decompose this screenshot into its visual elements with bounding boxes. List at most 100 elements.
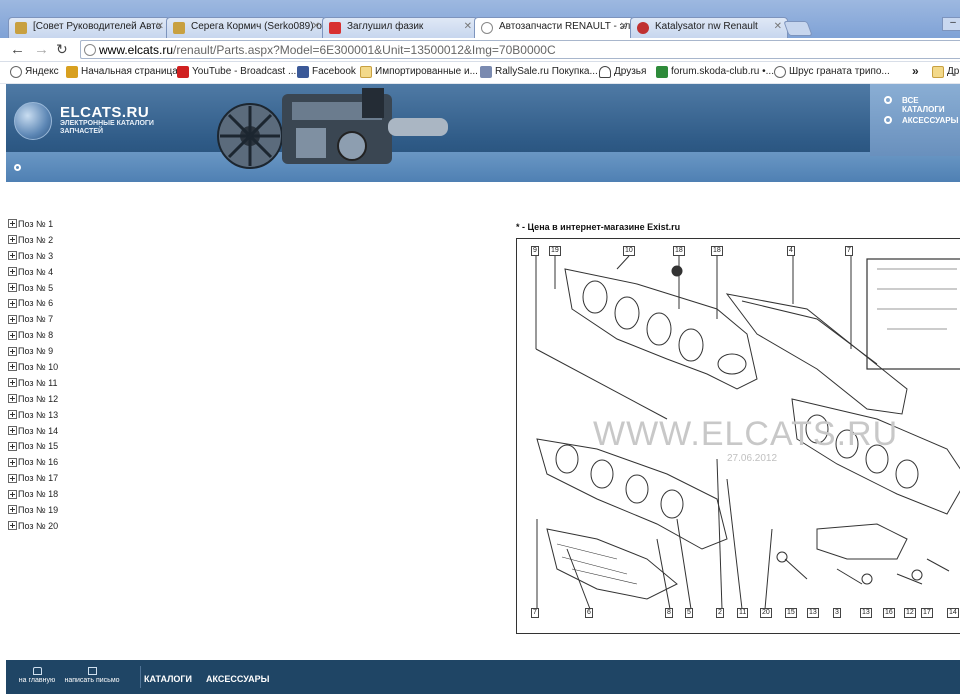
callout-number[interactable]: 15 (785, 608, 797, 618)
write-letter-link[interactable]: написать письмо (62, 667, 122, 684)
callout-number[interactable]: 17 (921, 608, 933, 618)
position-item[interactable]: Поз № 20 (8, 518, 58, 534)
expand-icon[interactable] (8, 441, 17, 451)
expand-icon[interactable] (8, 489, 17, 499)
callout-number[interactable]: 5 (685, 608, 693, 618)
menu-all-catalogs[interactable]: ВСЕ КАТАЛОГИ (884, 96, 960, 114)
more-bookmarks-button[interactable]: » (912, 64, 919, 78)
bookmark-item[interactable]: Шрус граната трипо... (774, 66, 890, 78)
position-item[interactable]: Поз № 12 (8, 391, 58, 407)
callout-number[interactable]: 18 (711, 246, 723, 256)
menu-accessories[interactable]: АКСЕССУАРЫ (884, 116, 958, 125)
bookmark-item[interactable]: Начальная страница (66, 66, 178, 78)
expand-icon[interactable] (8, 251, 17, 261)
expand-icon[interactable] (8, 457, 17, 467)
expand-icon[interactable] (8, 346, 17, 356)
callout-number[interactable]: 13 (807, 608, 819, 618)
back-arrow-icon[interactable]: ← (10, 41, 25, 58)
expand-icon[interactable] (8, 426, 17, 436)
expand-icon[interactable] (8, 330, 17, 340)
bookmark-label: YouTube - Broadcast ... (192, 66, 297, 77)
browser-tab[interactable]: Katalysator nw Renault ✕ (630, 17, 788, 38)
position-item[interactable]: Поз № 16 (8, 454, 58, 470)
expand-icon[interactable] (8, 473, 17, 483)
callout-number[interactable]: 11 (737, 608, 749, 618)
callout-number[interactable]: 18 (673, 246, 685, 256)
position-item[interactable]: Поз № 5 (8, 280, 58, 296)
bookmark-folder[interactable]: Импортированные и... (360, 66, 478, 78)
position-item[interactable]: Поз № 3 (8, 248, 58, 264)
bookmark-item[interactable]: YouTube - Broadcast ... (177, 66, 297, 78)
close-tab-icon[interactable]: ✕ (312, 21, 320, 32)
browser-tab[interactable]: Серега Кормич (Serko089) от ✕ (166, 17, 326, 38)
expand-icon[interactable] (8, 283, 17, 292)
address-bar[interactable]: www.elcats.ru/renault/Parts.aspx?Model=6… (80, 40, 960, 59)
bookmark-item[interactable]: Facebook (297, 66, 356, 78)
position-item[interactable]: Поз № 7 (8, 311, 58, 327)
expand-icon[interactable] (8, 219, 17, 229)
callout-number[interactable]: 12 (904, 608, 916, 618)
expand-icon[interactable] (8, 410, 17, 420)
callout-number[interactable]: 8 (665, 608, 673, 618)
position-item[interactable]: Поз № 1 (8, 216, 58, 232)
expand-icon[interactable] (8, 314, 17, 324)
close-tab-icon[interactable]: ✕ (774, 21, 782, 32)
expand-icon[interactable] (8, 362, 17, 372)
browser-tab[interactable]: Заглушил фазик ✕ (322, 17, 478, 38)
callout-number[interactable]: 14 (947, 608, 959, 618)
callout-number[interactable]: 20 (760, 608, 772, 618)
home-link[interactable]: на главную (14, 667, 60, 684)
callout-number[interactable]: 6 (585, 608, 593, 618)
logo-globe-icon[interactable] (14, 102, 52, 140)
bookmark-item[interactable]: Друзья (599, 66, 646, 78)
position-item[interactable]: Поз № 9 (8, 343, 58, 359)
bookmark-item[interactable]: RallySale.ru Покупка... (480, 66, 598, 78)
callout-number[interactable]: 3 (833, 608, 841, 618)
parts-diagram[interactable]: WWW.ELCATS.RU 27.06.2012 9 19 10 18 18 4 7 7 6 8… (516, 238, 960, 634)
browser-tab[interactable]: [Совет Руководителей Авто ✕ (8, 17, 170, 38)
position-item[interactable]: Поз № 15 (8, 438, 58, 454)
expand-icon[interactable] (8, 267, 17, 277)
position-item[interactable]: Поз № 2 (8, 232, 58, 248)
footer-link-catalogs[interactable]: КАТАЛОГИ (144, 674, 192, 684)
site-logo-title[interactable]: ELCATS.RU (60, 104, 149, 121)
expand-icon[interactable] (8, 521, 17, 531)
bookmark-item[interactable]: Яндекс (10, 66, 59, 78)
position-item[interactable]: Поз № 11 (8, 375, 58, 391)
callout-number[interactable]: 9 (531, 246, 539, 256)
position-item[interactable]: Поз № 10 (8, 359, 58, 375)
position-item[interactable]: Поз № 4 (8, 264, 58, 280)
position-item[interactable]: Поз № 6 (8, 295, 58, 311)
reload-icon[interactable]: ↻ (56, 41, 68, 58)
callout-number[interactable]: 7 (531, 608, 539, 618)
position-item[interactable]: Поз № 18 (8, 486, 58, 502)
forward-arrow-icon[interactable]: → (34, 41, 49, 58)
position-item[interactable]: Поз № 8 (8, 327, 58, 343)
callout-number[interactable]: 19 (549, 246, 561, 256)
minimize-window-button[interactable]: – (942, 17, 960, 31)
close-tab-icon[interactable]: ✕ (620, 21, 628, 32)
close-tab-icon[interactable]: ✕ (464, 21, 472, 32)
bookmark-label: Др (947, 66, 960, 77)
expand-icon[interactable] (8, 298, 17, 308)
bookmark-folder[interactable]: Др (932, 66, 960, 78)
browser-tab-active[interactable]: Автозапчасти RENAULT - эле ✕ (474, 17, 634, 39)
position-item[interactable]: Поз № 17 (8, 470, 58, 486)
position-item[interactable]: Поз № 13 (8, 407, 58, 423)
callout-number[interactable]: 7 (845, 246, 853, 256)
callout-number[interactable]: 16 (883, 608, 895, 618)
footer-link-accessories[interactable]: АКСЕССУАРЫ (206, 674, 270, 684)
expand-icon[interactable] (8, 378, 17, 388)
callout-number[interactable]: 13 (860, 608, 872, 618)
expand-icon[interactable] (8, 505, 17, 515)
callout-number[interactable]: 4 (787, 246, 795, 256)
position-item[interactable]: Поз № 14 (8, 423, 58, 439)
position-item[interactable]: Поз № 19 (8, 502, 58, 518)
close-tab-icon[interactable]: ✕ (156, 21, 164, 32)
callout-number[interactable]: 2 (716, 608, 724, 618)
expand-icon[interactable] (8, 394, 17, 404)
bookmark-item[interactable]: forum.skoda-club.ru •... (656, 66, 774, 78)
callout-number[interactable]: 10 (623, 246, 635, 256)
new-tab-button[interactable] (783, 21, 813, 36)
expand-icon[interactable] (8, 235, 17, 245)
